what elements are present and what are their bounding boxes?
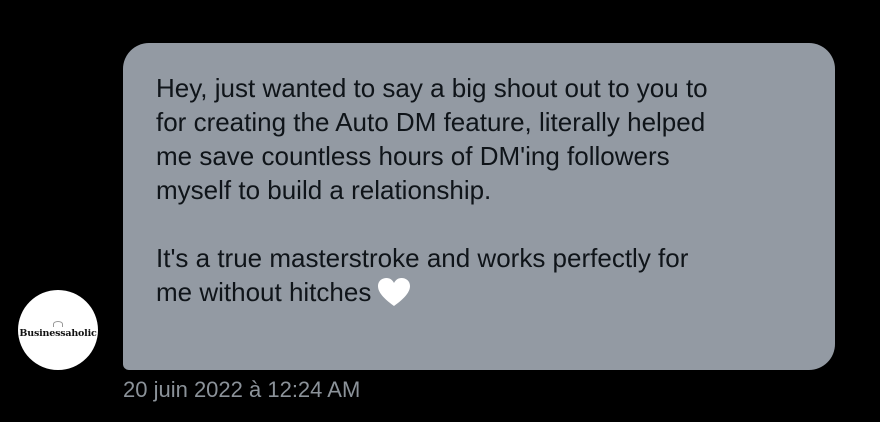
message-paragraph-2: It's a true masterstroke and works perfe… <box>156 243 689 307</box>
logo-mark-icon <box>53 321 63 327</box>
message-bubble[interactable]: Hey, just wanted to say a big shout out … <box>123 43 835 370</box>
white-heart-icon <box>377 277 411 315</box>
avatar[interactable]: Businessaholic <box>18 290 98 370</box>
message-text: Hey, just wanted to say a big shout out … <box>156 71 805 315</box>
message-paragraph-1: Hey, just wanted to say a big shout out … <box>156 73 708 205</box>
avatar-logo-text: Businessaholic <box>19 328 97 339</box>
dm-message-row: Businessaholic Hey, just wanted to say a… <box>0 0 880 422</box>
message-timestamp: 20 juin 2022 à 12:24 AM <box>123 377 361 402</box>
